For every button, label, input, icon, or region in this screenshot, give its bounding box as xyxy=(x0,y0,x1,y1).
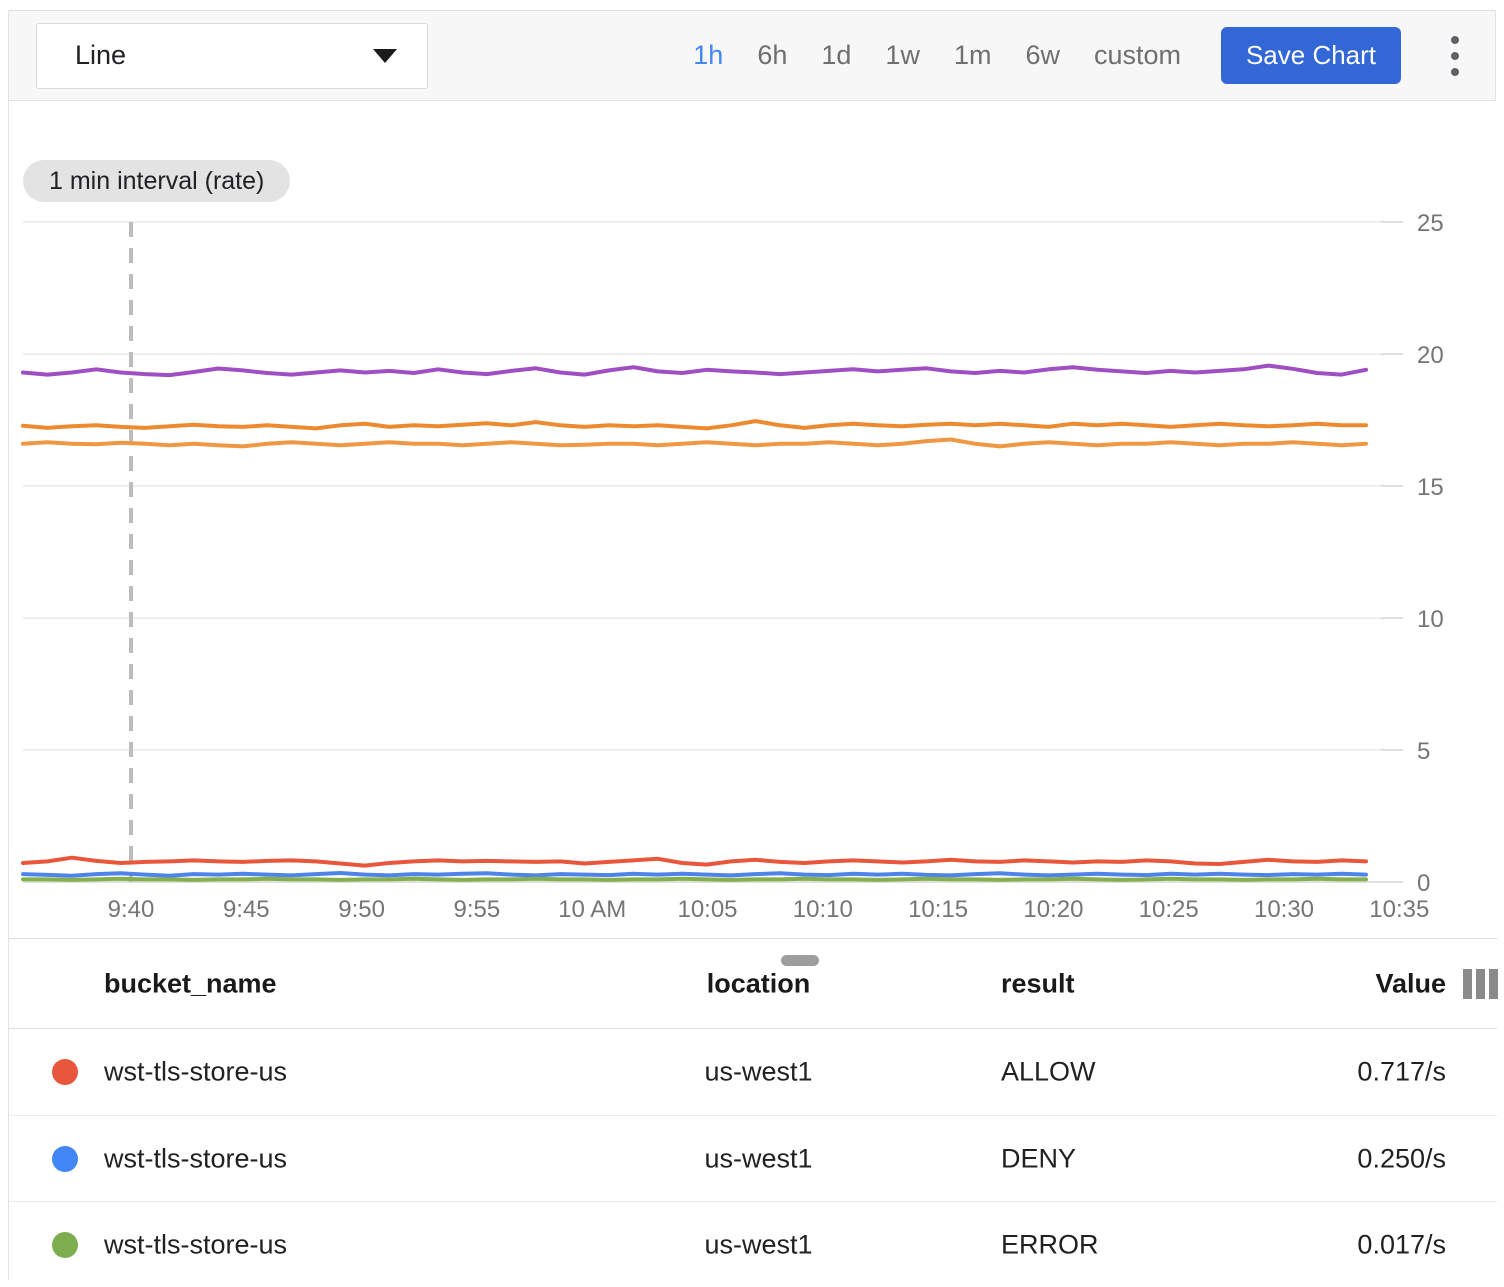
cell-bucket-name: wst-tls-store-us xyxy=(104,1057,287,1088)
cell-value: 0.717/s xyxy=(1241,1057,1446,1088)
time-range-1d[interactable]: 1d xyxy=(821,40,851,71)
series-line-wst-tls-store-us-deny xyxy=(23,873,1366,876)
series-color-dot xyxy=(52,1232,78,1258)
cell-location: us-west1 xyxy=(641,1143,876,1174)
kebab-dot xyxy=(1451,36,1459,44)
y-axis-label: 10 xyxy=(1417,606,1444,633)
series-line-wst-tls-store-us-error xyxy=(23,879,1366,880)
chart-type-dropdown[interactable]: Line xyxy=(36,23,428,89)
time-range-custom[interactable]: custom xyxy=(1094,40,1181,71)
series-line-series-orange-upper xyxy=(23,421,1366,428)
line-chart: 1 min interval (rate) 25201510509:409:45… xyxy=(9,101,1497,943)
x-axis-label: 9:45 xyxy=(223,896,270,923)
x-axis-label: 10:05 xyxy=(677,896,737,923)
chart-plot[interactable]: 25 20 15 10 5 0 9:40 9:45 9:50 9:55 10 AM 10:05 10:1… xyxy=(9,101,1497,943)
save-chart-button[interactable]: Save Chart xyxy=(1221,27,1401,84)
x-axis-label: 9:55 xyxy=(454,896,501,923)
time-range-6w[interactable]: 6w xyxy=(1025,40,1060,71)
x-axis-label: 10:30 xyxy=(1254,896,1314,923)
time-range-6h[interactable]: 6h xyxy=(757,40,787,71)
time-range-group: 1h 6h 1d 1w 1m 6w custom xyxy=(693,40,1181,71)
x-axis-label: 10 AM xyxy=(558,896,626,923)
y-axis-label: 25 xyxy=(1417,210,1444,237)
more-options-icon[interactable] xyxy=(1435,26,1475,86)
time-range-1w[interactable]: 1w xyxy=(885,40,920,71)
series-line-series-purple xyxy=(23,366,1366,376)
column-header-result[interactable]: result xyxy=(1001,968,1075,999)
x-axis-label: 10:15 xyxy=(908,896,968,923)
y-axis-label: 20 xyxy=(1417,342,1444,369)
table-row[interactable]: wst-tls-store-us us-west1 DENY 0.250/s xyxy=(9,1115,1497,1201)
x-axis-label: 10:20 xyxy=(1023,896,1083,923)
x-axis-label: 10:25 xyxy=(1139,896,1199,923)
cell-location: us-west1 xyxy=(641,1229,876,1260)
column-header-location[interactable]: location xyxy=(641,968,876,999)
series-line-wst-tls-store-us-allow xyxy=(23,858,1366,866)
table-row[interactable]: wst-tls-store-us us-west1 ERROR 0.017/s xyxy=(9,1201,1497,1287)
series-color-dot xyxy=(52,1059,78,1085)
time-range-1h[interactable]: 1h xyxy=(693,40,723,71)
kebab-dot xyxy=(1451,68,1459,76)
y-axis-label: 15 xyxy=(1417,474,1444,501)
cell-bucket-name: wst-tls-store-us xyxy=(104,1143,287,1174)
cell-result: ERROR xyxy=(1001,1229,1099,1260)
time-range-1m[interactable]: 1m xyxy=(954,40,992,71)
series-color-dot xyxy=(52,1146,78,1172)
cell-value: 0.250/s xyxy=(1241,1143,1446,1174)
series-line-series-orange-lower xyxy=(23,440,1366,447)
cell-result: DENY xyxy=(1001,1143,1076,1174)
x-axis-label: 10:10 xyxy=(793,896,853,923)
cell-location: us-west1 xyxy=(641,1057,876,1088)
chart-toolbar: Line 1h 6h 1d 1w 1m 6w custom Save Chart xyxy=(9,10,1495,101)
chart-card: Line 1h 6h 1d 1w 1m 6w custom Save Chart… xyxy=(8,10,1496,1280)
column-settings-icon[interactable] xyxy=(1463,969,1498,999)
chart-type-selected-value: Line xyxy=(75,40,126,71)
table-row[interactable]: wst-tls-store-us us-west1 ALLOW 0.717/s xyxy=(9,1029,1497,1115)
column-header-bucket-name[interactable]: bucket_name xyxy=(104,968,277,999)
y-axis-label: 5 xyxy=(1417,738,1430,765)
x-axis-label: 9:50 xyxy=(338,896,385,923)
table-header-row: bucket_name location result Value xyxy=(9,939,1497,1029)
cell-result: ALLOW xyxy=(1001,1057,1096,1088)
kebab-dot xyxy=(1451,52,1459,60)
legend-table: bucket_name location result Value wst-tl… xyxy=(9,938,1497,1281)
cell-value: 0.017/s xyxy=(1241,1229,1446,1260)
x-axis-label: 10:35 xyxy=(1369,896,1429,923)
chevron-down-icon xyxy=(373,49,397,63)
column-header-value[interactable]: Value xyxy=(1241,968,1446,999)
x-axis-label: 9:40 xyxy=(108,896,155,923)
y-axis-label: 0 xyxy=(1417,870,1430,897)
cell-bucket-name: wst-tls-store-us xyxy=(104,1229,287,1260)
